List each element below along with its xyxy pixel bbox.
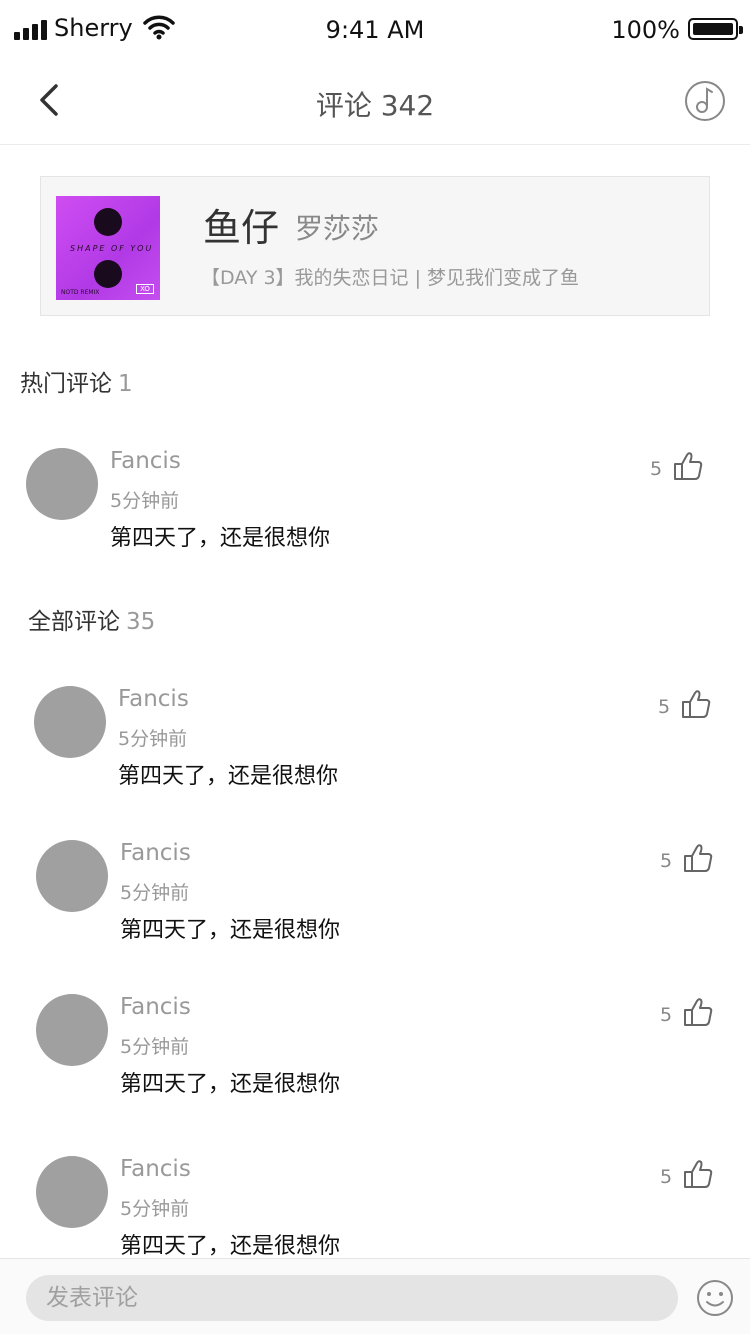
like-count: 5	[650, 458, 663, 480]
album-cover: SHAPE OF YOU NOTD REMIX XO	[56, 196, 160, 300]
music-note-icon[interactable]	[684, 80, 726, 122]
all-comments-heading: 全部评论 35	[28, 602, 155, 636]
status-bar: Sherry 9:41 AM 100%	[0, 0, 750, 60]
comment-time: 5分钟前	[120, 1036, 190, 1058]
comment-author[interactable]: Fancis	[110, 448, 181, 474]
all-comments-label: 全部评论	[28, 609, 120, 635]
comment-time: 5分钟前	[118, 728, 188, 750]
comment-author[interactable]: Fancis	[120, 1156, 191, 1182]
comment-time: 5分钟前	[120, 1198, 190, 1220]
cover-title: SHAPE OF YOU	[70, 244, 154, 253]
song-title: 鱼仔	[203, 206, 280, 250]
comment-author[interactable]: Fancis	[120, 994, 191, 1020]
comment-item: Fancis 5分钟前 第四天了，还是很想你 5	[36, 1156, 726, 1266]
comment-bar	[0, 1258, 750, 1334]
comment-item: Fancis 5分钟前 第四天了，还是很想你 5	[36, 994, 726, 1104]
comment-time: 5分钟前	[120, 882, 190, 904]
comment-text: 第四天了，还是很想你	[120, 1234, 341, 1259]
comment-text: 第四天了，还是很想你	[110, 526, 331, 551]
cover-small-text: NOTD REMIX	[61, 289, 100, 296]
thumbs-up-icon[interactable]	[682, 996, 714, 1028]
avatar[interactable]	[34, 686, 106, 758]
avatar[interactable]	[26, 448, 98, 520]
thumbs-up-icon[interactable]	[682, 1158, 714, 1190]
comment-author[interactable]: Fancis	[118, 686, 189, 712]
hot-comments-heading: 热门评论 1	[20, 364, 133, 398]
comment-text: 第四天了，还是很想你	[120, 918, 341, 943]
cover-tag: XO	[136, 284, 154, 294]
like-count: 5	[660, 850, 673, 872]
like-count: 5	[660, 1004, 673, 1026]
comment-author[interactable]: Fancis	[120, 840, 191, 866]
comment-time: 5分钟前	[110, 490, 180, 512]
comment-item: Fancis 5分钟前 第四天了，还是很想你 5	[34, 686, 724, 796]
song-description: 【DAY 3】我的失恋日记 | 梦见我们变成了鱼	[201, 267, 580, 289]
like-count: 5	[660, 1166, 673, 1188]
like-count: 5	[658, 696, 671, 718]
hot-comments-label: 热门评论	[20, 371, 112, 397]
thumbs-up-icon[interactable]	[672, 450, 704, 482]
song-artist: 罗莎莎	[295, 212, 380, 245]
comment-text: 第四天了，还是很想你	[120, 1072, 341, 1097]
avatar[interactable]	[36, 994, 108, 1066]
smiley-icon[interactable]	[696, 1279, 734, 1317]
hot-comments-count: 1	[118, 371, 133, 397]
nav-bar: 评论 342	[0, 60, 750, 145]
page-title: 评论 342	[315, 89, 435, 122]
hot-comment: Fancis 5分钟前 第四天了，还是很想你 5	[26, 448, 716, 558]
comment-item: Fancis 5分钟前 第四天了，还是很想你 5	[36, 840, 726, 950]
song-card[interactable]: SHAPE OF YOU NOTD REMIX XO 鱼仔 罗莎莎 【DAY 3…	[40, 176, 710, 316]
avatar[interactable]	[36, 840, 108, 912]
avatar[interactable]	[36, 1156, 108, 1228]
comment-text: 第四天了，还是很想你	[118, 764, 339, 789]
battery-icon	[688, 18, 743, 40]
battery-percent: 100%	[611, 16, 680, 44]
comment-input[interactable]	[26, 1275, 678, 1321]
thumbs-up-icon[interactable]	[680, 688, 712, 720]
thumbs-up-icon[interactable]	[682, 842, 714, 874]
all-comments-count: 35	[126, 609, 156, 635]
